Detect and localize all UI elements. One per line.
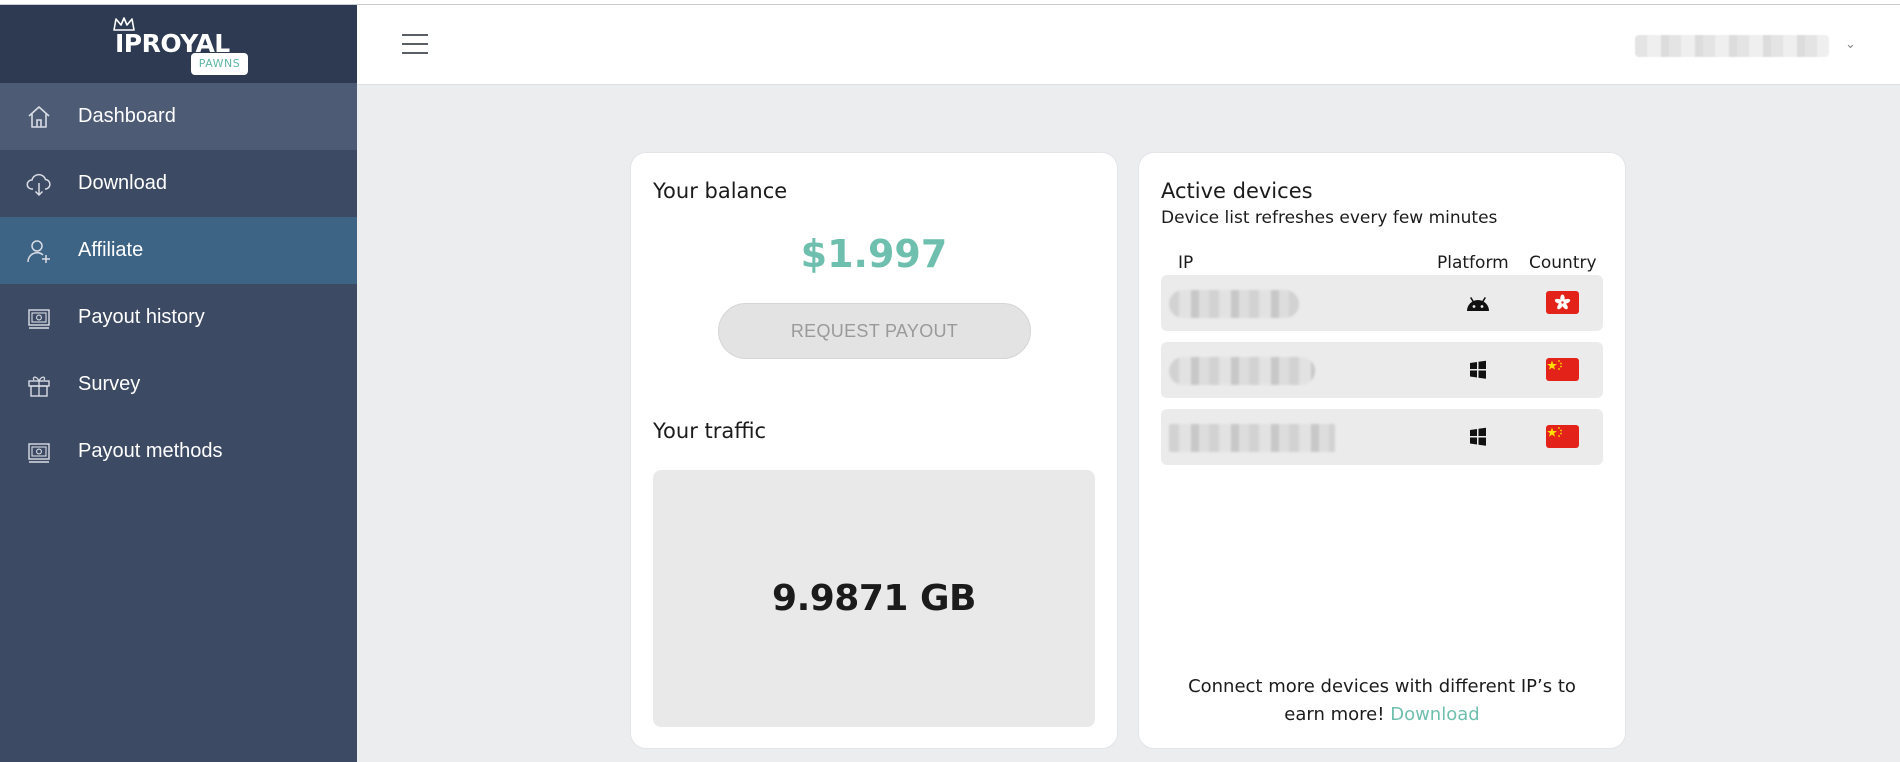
sidebar-item-label: Payout history	[78, 306, 205, 328]
sidebar-item-dashboard[interactable]: Dashboard	[0, 83, 357, 150]
windows-icon	[1470, 427, 1486, 446]
hamburger-icon[interactable]	[402, 34, 428, 56]
ip-address-redacted	[1169, 290, 1299, 318]
banknote-icon	[28, 309, 50, 329]
gift-icon	[28, 376, 50, 397]
column-header-ip: IP	[1178, 253, 1194, 273]
sidebar-item-label: Survey	[78, 373, 141, 395]
connect-more-devices-text: Connect more devices with different IP’s…	[1139, 673, 1625, 729]
sidebar-item-label: Dashboard	[78, 105, 176, 127]
request-payout-button[interactable]: REQUEST PAYOUT	[718, 303, 1031, 359]
cloud-download-icon	[26, 173, 51, 197]
user-plus-icon	[27, 240, 50, 263]
devices-title: Active devices	[1161, 179, 1313, 203]
sidebar: IPROYAL PAWNS Dashboard Download Affilia…	[0, 5, 357, 762]
china-flag-icon	[1546, 358, 1579, 381]
device-row	[1161, 409, 1603, 465]
brand-badge: PAWNS	[191, 53, 248, 75]
balance-amount: $1.997	[800, 232, 948, 276]
traffic-panel: 9.9871 GB	[653, 470, 1095, 727]
sidebar-item-affiliate[interactable]: Affiliate	[0, 217, 357, 284]
banknote-icon	[28, 443, 50, 463]
column-header-platform: Platform	[1437, 253, 1509, 273]
column-header-country: Country	[1529, 253, 1597, 273]
android-icon	[1467, 297, 1489, 311]
sidebar-item-label: Download	[78, 172, 167, 194]
brand-logo[interactable]: IPROYAL PAWNS	[0, 5, 357, 83]
top-header: ⌄	[357, 5, 1900, 85]
traffic-title: Your traffic	[653, 419, 767, 443]
ip-address-redacted	[1169, 357, 1315, 385]
ip-address-redacted	[1169, 424, 1335, 452]
balance-title: Your balance	[653, 179, 788, 203]
sidebar-item-download[interactable]: Download	[0, 150, 357, 217]
hong-kong-flag-icon	[1546, 291, 1579, 314]
sidebar-item-survey[interactable]: Survey	[0, 351, 357, 418]
windows-icon	[1470, 360, 1486, 379]
traffic-value: 9.9871 GB	[772, 578, 976, 619]
user-account-redacted[interactable]	[1635, 35, 1829, 57]
sidebar-item-label: Payout methods	[78, 440, 223, 462]
sidebar-item-label: Affiliate	[78, 239, 144, 261]
download-link[interactable]: Download	[1390, 704, 1479, 725]
china-flag-icon	[1546, 425, 1579, 448]
balance-card: Your balance $1.997 REQUEST PAYOUT Your …	[630, 152, 1118, 749]
sidebar-item-payout-history[interactable]: Payout history	[0, 284, 357, 351]
home-icon	[28, 106, 50, 128]
chevron-down-icon[interactable]: ⌄	[1845, 37, 1856, 52]
sidebar-item-payout-methods[interactable]: Payout methods	[0, 418, 357, 485]
connect-message: Connect more devices with different IP’s…	[1188, 676, 1576, 725]
devices-subtitle: Device list refreshes every few minutes	[1161, 208, 1498, 228]
active-devices-card: Active devices Device list refreshes eve…	[1138, 152, 1626, 749]
device-row	[1161, 275, 1603, 331]
device-row	[1161, 342, 1603, 398]
